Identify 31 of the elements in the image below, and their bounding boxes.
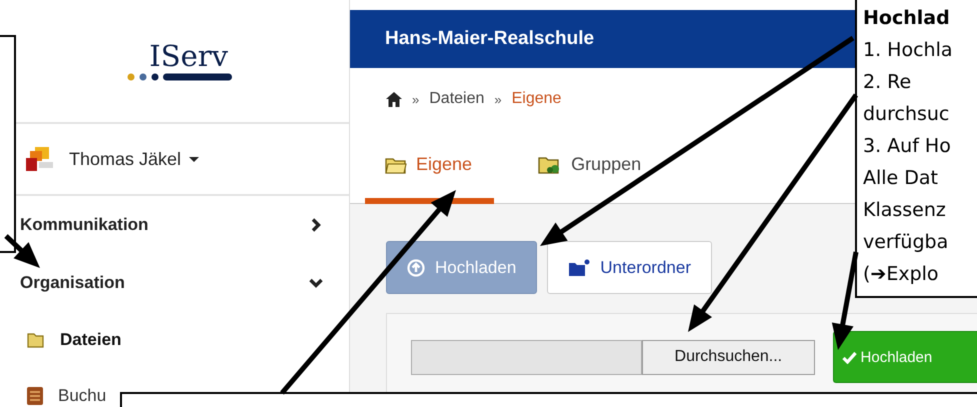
nav-link[interactable]: Buchu xyxy=(58,386,106,406)
breadcrumb-separator: » xyxy=(494,92,502,106)
breadcrumb-separator: » xyxy=(412,92,420,106)
upload-icon xyxy=(407,258,425,276)
callout-text: 3. Auf Ho xyxy=(863,134,951,159)
school-title: Hans-Maier-Realschule xyxy=(385,28,594,50)
check-icon xyxy=(842,350,857,364)
callout-text: 2. Re xyxy=(863,70,912,95)
tab[interactable]: Gruppen xyxy=(518,131,664,204)
callout-text: verfügba xyxy=(863,230,948,255)
new-folder-icon xyxy=(568,258,590,276)
nav-link[interactable]: Dateien xyxy=(60,330,122,350)
breadcrumb-link[interactable]: Eigene xyxy=(512,90,562,108)
user-avatar-icon xyxy=(25,145,55,173)
browse-button[interactable]: Durchsuchen... xyxy=(642,340,815,374)
action-button[interactable]: Unterordner xyxy=(547,241,712,294)
callout-text: (➔Explo xyxy=(863,262,939,287)
file-input-field[interactable] xyxy=(411,340,642,374)
breadcrumb-link[interactable]: Dateien xyxy=(429,90,484,108)
callout-text: Alle Dat xyxy=(863,166,938,191)
user-menu[interactable]: Thomas Jäkel xyxy=(69,148,200,170)
home-icon[interactable] xyxy=(386,92,402,106)
nav-section[interactable]: Organisation xyxy=(20,254,125,312)
callout-text: 1. Hochla xyxy=(863,38,952,63)
callout-text: Klassenz xyxy=(863,198,946,223)
callout-text: Hochlad xyxy=(863,6,950,31)
binder-icon xyxy=(26,386,44,406)
nav-section[interactable]: Kommunikation xyxy=(20,196,148,254)
iserv-logo: IServ xyxy=(127,40,232,82)
annotation-arrow xyxy=(4,234,40,268)
callout-text: durchsuc xyxy=(863,102,950,127)
